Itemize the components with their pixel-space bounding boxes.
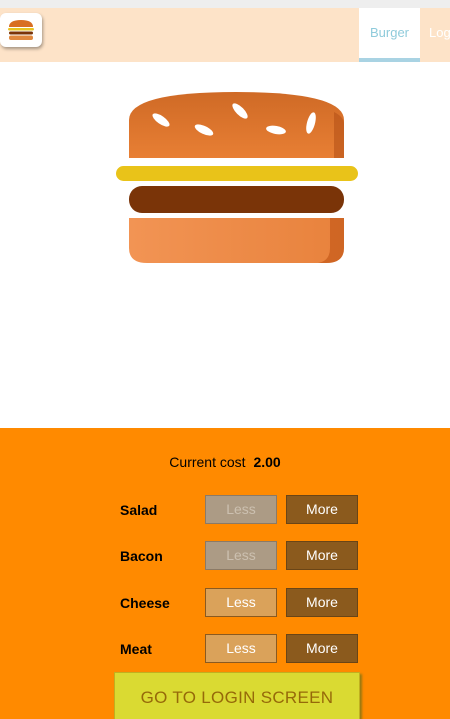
cheese (116, 166, 358, 181)
build-controls: Current cost 2.00 Salad Less More Bacon … (0, 428, 450, 719)
go-to-login-button[interactable]: GO TO LOGIN SCREEN (114, 672, 360, 719)
bacon-more-button[interactable]: More (286, 541, 358, 570)
ingredient-label: Meat (120, 641, 152, 657)
ingredient-row-meat: Meat Less More (0, 634, 450, 664)
bacon-less-button[interactable]: Less (205, 541, 277, 570)
meat (129, 186, 344, 213)
ingredient-row-cheese: Cheese Less More (0, 588, 450, 618)
cost-label: Current cost (169, 454, 246, 470)
cheese-more-button[interactable]: More (286, 588, 358, 617)
ingredient-label: Cheese (120, 595, 170, 611)
meat-less-button[interactable]: Less (205, 634, 277, 663)
cost-value: 2.00 (253, 454, 281, 470)
salad-more-button[interactable]: More (286, 495, 358, 524)
ingredient-row-bacon: Bacon Less More (0, 541, 450, 571)
burger-illustration (116, 92, 358, 263)
ingredient-label: Salad (120, 502, 158, 518)
logo[interactable] (0, 13, 42, 47)
nav-burger[interactable]: Burger (359, 8, 420, 62)
burger-preview (0, 62, 450, 428)
ingredient-row-salad: Salad Less More (0, 495, 450, 525)
browser-top-strip (0, 0, 450, 8)
cheese-less-button[interactable]: Less (205, 588, 277, 617)
ingredient-label: Bacon (120, 548, 163, 564)
bread-bottom (129, 218, 344, 263)
burger-logo-icon (8, 20, 34, 40)
salad-less-button[interactable]: Less (205, 495, 277, 524)
meat-more-button[interactable]: More (286, 634, 358, 663)
current-cost: Current cost 2.00 (0, 454, 450, 470)
toolbar: Burger Log (0, 8, 450, 62)
nav-login[interactable]: Log (420, 8, 450, 62)
